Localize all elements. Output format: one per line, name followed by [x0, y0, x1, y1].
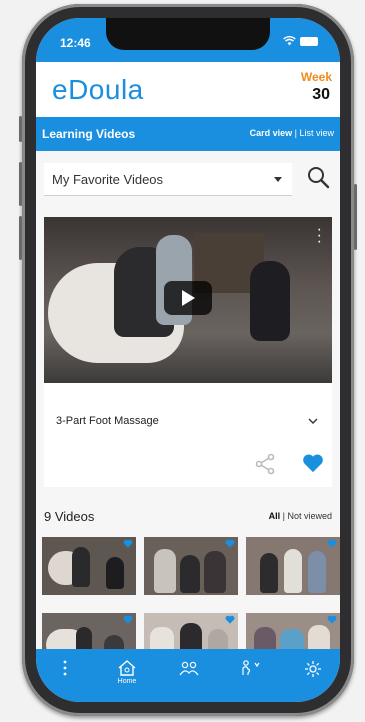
- settings-icon: [305, 661, 321, 677]
- main-content: My Favorite Videos · · · 3-Part Foot Massa…: [36, 151, 340, 671]
- status-bar: 12:46: [36, 18, 340, 62]
- dropdown-selected-value: My Favorite Videos: [52, 172, 164, 187]
- list-filter: All | Not viewed: [269, 511, 332, 521]
- video-more-icon[interactable]: · · ·: [317, 222, 322, 250]
- app-screen: 12:46 eDoula Week 30 Learning Videos Car…: [36, 18, 340, 702]
- battery-icon: [300, 36, 318, 46]
- filter-separator: |: [282, 511, 285, 521]
- phone-volume-up: [19, 162, 22, 206]
- nav-home-label: Home: [117, 678, 137, 685]
- status-icons: [283, 36, 318, 46]
- thumb-figure: [180, 555, 200, 593]
- nav-pregnancy[interactable]: [236, 659, 266, 689]
- thumb-figure: [284, 549, 302, 593]
- bottom-nav: Home: [36, 649, 340, 702]
- app-header: eDoula Week 30: [36, 62, 340, 117]
- play-button[interactable]: [164, 281, 212, 315]
- week-number: 30: [312, 86, 330, 103]
- favorite-heart-icon[interactable]: [327, 539, 337, 548]
- thumb-figure: [106, 557, 124, 589]
- nav-group[interactable]: [174, 659, 204, 689]
- chevron-down-icon[interactable]: [308, 417, 318, 425]
- phone-frame: 12:46 eDoula Week 30 Learning Videos Car…: [19, 4, 357, 716]
- video-player[interactable]: · · ·: [44, 217, 332, 383]
- featured-video-card: · · · 3-Part Foot Massage: [44, 217, 332, 487]
- status-time: 12:46: [60, 36, 91, 50]
- favorite-heart-icon[interactable]: [225, 539, 235, 548]
- video-thumbnail[interactable]: [144, 537, 238, 595]
- thumb-figure: [154, 549, 176, 593]
- video-thumbnail[interactable]: [42, 537, 136, 595]
- share-icon[interactable]: [254, 453, 276, 475]
- card-view-toggle[interactable]: Card view: [250, 128, 293, 138]
- thumb-figure: [260, 553, 278, 593]
- video-filter-dropdown[interactable]: My Favorite Videos: [44, 163, 292, 196]
- favorite-heart-icon[interactable]: [327, 615, 337, 624]
- thumb-figure: [308, 551, 326, 593]
- favorite-heart-icon[interactable]: [123, 539, 133, 548]
- phone-power-button: [354, 184, 357, 250]
- thumb-figure: [72, 547, 90, 587]
- filter-all[interactable]: All: [269, 511, 281, 521]
- video-title: 3-Part Foot Massage: [56, 415, 159, 427]
- notch: [106, 18, 270, 50]
- nav-more[interactable]: [50, 659, 80, 689]
- favorite-heart-icon[interactable]: [225, 615, 235, 624]
- view-toggle-separator: |: [294, 128, 297, 138]
- video-thumbnail[interactable]: [246, 537, 340, 595]
- nav-settings[interactable]: [298, 659, 328, 689]
- section-bar: Learning Videos Card view | List view: [36, 117, 340, 151]
- phone-side-button: [19, 116, 22, 142]
- list-view-toggle[interactable]: List view: [299, 128, 334, 138]
- section-title: Learning Videos: [42, 127, 136, 141]
- thumb-figure: [204, 551, 226, 593]
- pregnant-icon: [242, 660, 260, 675]
- video-count: 9 Videos: [44, 509, 95, 524]
- caret-down-icon: [274, 177, 282, 182]
- more-vertical-icon: [63, 660, 67, 676]
- nav-home[interactable]: Home: [112, 659, 142, 689]
- favorite-heart-icon[interactable]: [302, 453, 324, 473]
- video-scene-person: [250, 261, 290, 341]
- favorite-heart-icon[interactable]: [123, 615, 133, 624]
- wifi-icon: [283, 36, 296, 46]
- home-icon: [118, 660, 136, 676]
- view-toggle: Card view | List view: [250, 128, 334, 138]
- search-icon[interactable]: [306, 165, 330, 189]
- week-label: Week: [300, 70, 332, 84]
- group-icon: [179, 661, 199, 676]
- phone-volume-down: [19, 216, 22, 260]
- filter-not-viewed[interactable]: Not viewed: [287, 511, 332, 521]
- app-logo: eDoula: [52, 74, 144, 105]
